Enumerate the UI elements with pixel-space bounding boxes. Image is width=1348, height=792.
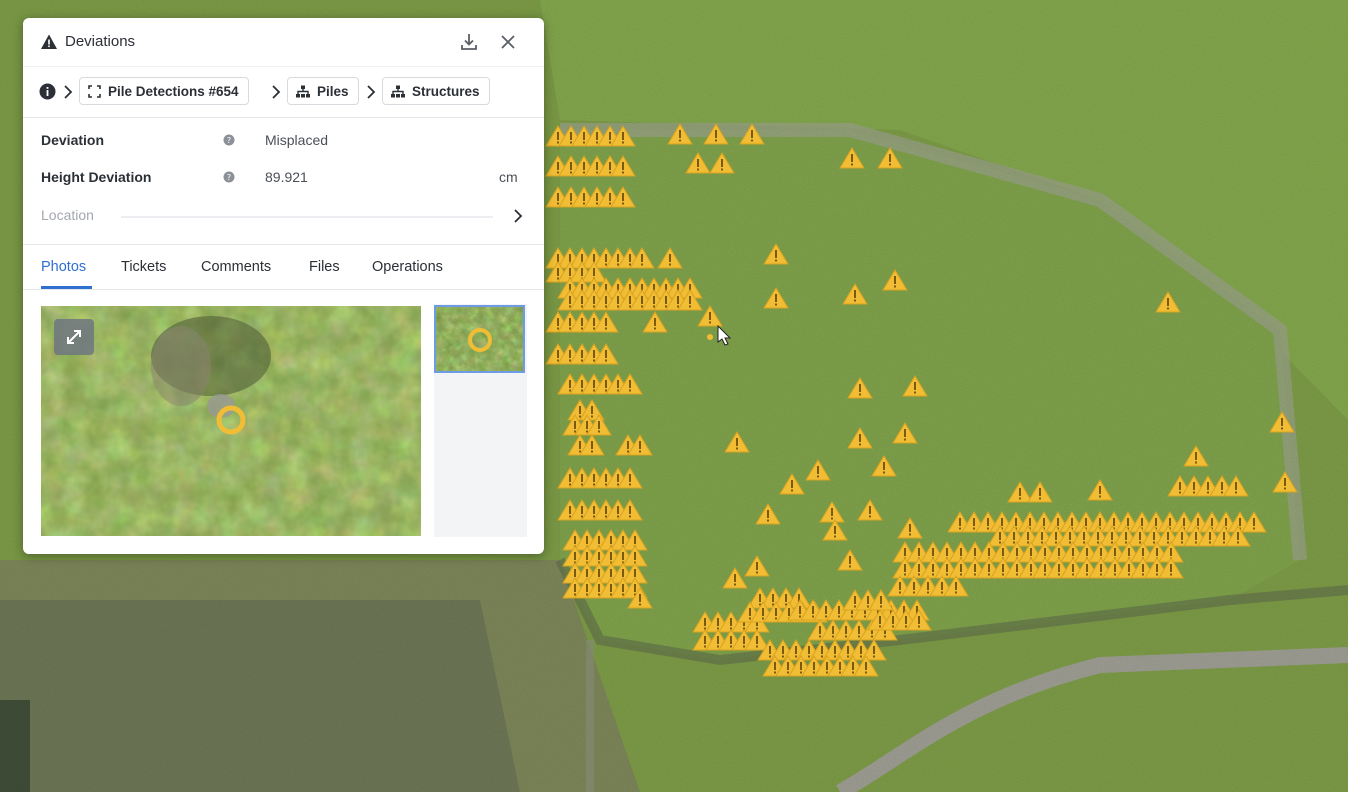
breadcrumb: Pile Detections #654 Piles Structures: [23, 66, 544, 118]
location-divider: [121, 216, 493, 218]
breadcrumb-label: Structures: [412, 83, 480, 99]
chevron-right-icon: [367, 85, 376, 99]
help-icon[interactable]: ?: [223, 171, 235, 183]
breadcrumb-label: Piles: [317, 83, 349, 99]
detail-tabs: Photos Tickets Comments Files Operations: [23, 244, 544, 290]
property-label: Height Deviation: [41, 169, 152, 185]
breadcrumb-piles[interactable]: Piles: [287, 77, 359, 105]
chevron-right-icon: [64, 85, 73, 99]
warning-triangle-icon: [41, 34, 57, 49]
tab-operations[interactable]: Operations: [372, 259, 443, 275]
hierarchy-icon: [391, 85, 405, 97]
chevron-right-icon: [272, 85, 281, 99]
expand-icon: [67, 330, 81, 344]
svg-text:?: ?: [227, 136, 231, 145]
tab-tickets[interactable]: Tickets: [121, 259, 166, 275]
property-row-deviation: Deviation ? Misplaced: [23, 122, 544, 158]
tab-photos[interactable]: Photos: [41, 259, 86, 275]
tab-files[interactable]: Files: [309, 259, 340, 275]
thumbnail-image: [436, 307, 523, 371]
location-label: Location: [41, 207, 94, 223]
hierarchy-icon: [296, 85, 310, 97]
photo-preview[interactable]: [41, 306, 421, 536]
active-tab-indicator: [41, 286, 92, 289]
chevron-right-icon: [514, 209, 523, 223]
property-label: Deviation: [41, 132, 105, 148]
location-row[interactable]: Location: [23, 197, 544, 233]
tab-comments[interactable]: Comments: [201, 259, 271, 275]
property-value: 89.921: [265, 169, 308, 185]
deviations-panel: Deviations Pile Detections #654 Piles St…: [23, 18, 544, 554]
download-icon[interactable]: [460, 32, 478, 52]
info-icon[interactable]: [39, 83, 56, 100]
breadcrumb-label: Pile Detections #654: [108, 83, 239, 99]
panel-header: Deviations: [23, 18, 544, 66]
property-unit: cm: [499, 169, 518, 185]
panel-title: Deviations: [65, 33, 136, 50]
help-icon[interactable]: ?: [223, 134, 235, 146]
close-icon[interactable]: [499, 32, 517, 52]
property-value: Misplaced: [265, 132, 329, 148]
photo-image: [41, 306, 421, 536]
svg-text:?: ?: [227, 173, 231, 182]
breadcrumb-pile-detections[interactable]: Pile Detections #654: [79, 77, 249, 105]
breadcrumb-structures[interactable]: Structures: [382, 77, 490, 105]
selected-marker-dot: [707, 334, 713, 340]
bounding-box-icon: [88, 84, 101, 98]
photo-thumbnail[interactable]: [434, 305, 525, 373]
expand-button[interactable]: [54, 319, 94, 355]
property-row-height-deviation: Height Deviation ? 89.921 cm: [23, 159, 544, 195]
